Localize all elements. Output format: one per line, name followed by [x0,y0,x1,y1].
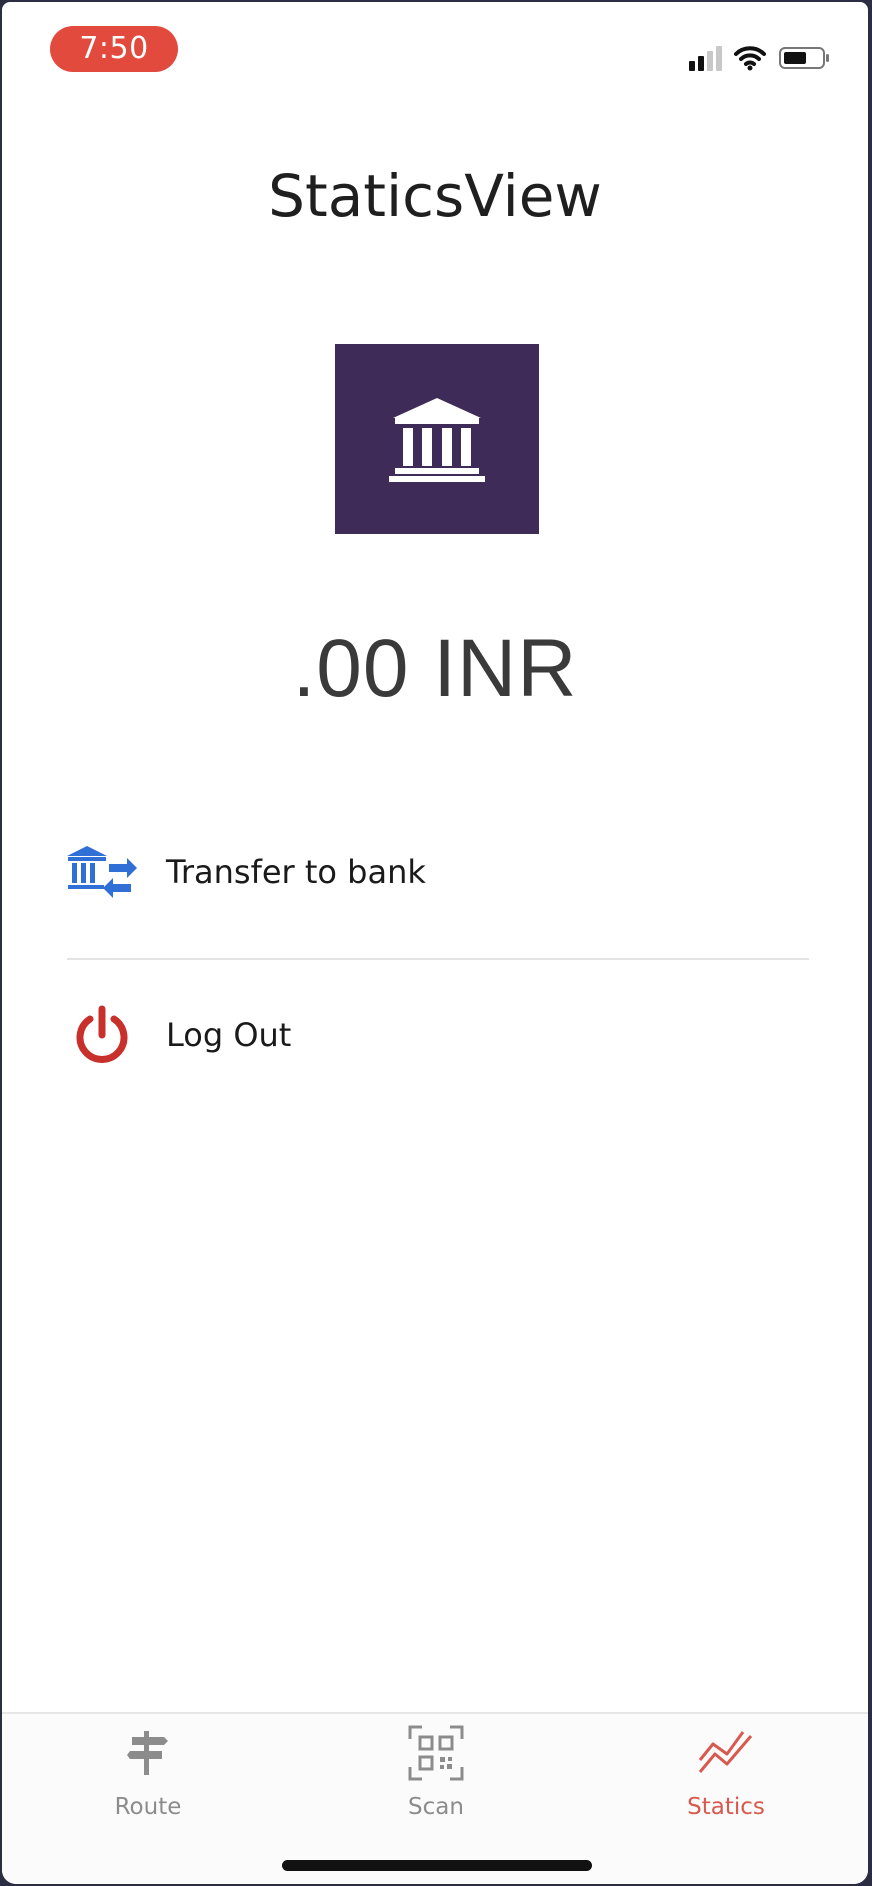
tab-route-label: Route [114,1794,182,1820]
log-out-label: Log Out [166,1016,292,1054]
menu-divider [67,958,809,960]
bank-tile [335,344,539,534]
wifi-icon [734,46,766,71]
transfer-to-bank-item[interactable]: Transfer to bank [64,812,806,932]
bank-transfer-icon [64,834,140,910]
tab-scan-label: Scan [408,1794,464,1820]
status-time: 7:50 [50,26,178,72]
log-out-item[interactable]: Log Out [64,975,806,1095]
tab-scan[interactable]: Scan [346,1724,526,1834]
battery-icon [779,47,829,69]
trend-chart-icon [636,1724,816,1782]
page-title: StaticsView [268,162,602,230]
tab-bar: Route Scan Statics [2,1712,868,1884]
tab-route[interactable]: Route [58,1724,238,1834]
signpost-icon [58,1724,238,1782]
balance-amount: .00 INR [292,623,578,714]
tab-statics-label: Statics [687,1794,765,1820]
transfer-to-bank-label: Transfer to bank [166,853,426,891]
tab-statics[interactable]: Statics [636,1724,816,1834]
home-indicator[interactable] [282,1860,592,1871]
cellular-signal-icon [689,45,722,71]
power-icon [64,997,140,1073]
qr-scan-icon [346,1724,526,1782]
status-indicators [689,38,832,78]
app-screen: 7:50 StaticsView .00 INR Transfer to ban… [2,2,868,1884]
bank-building-icon [389,398,485,482]
